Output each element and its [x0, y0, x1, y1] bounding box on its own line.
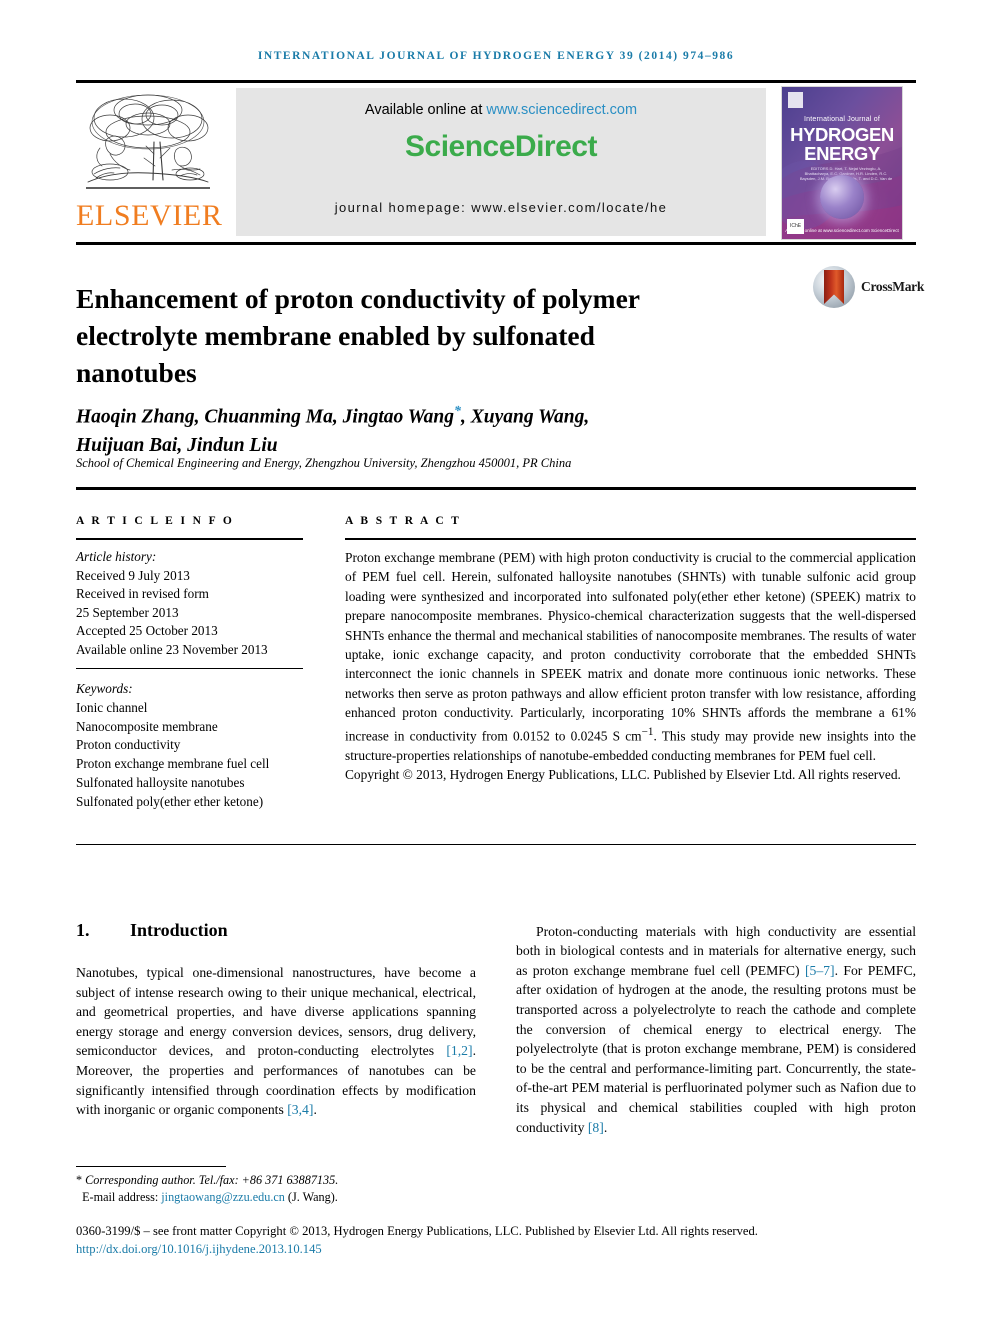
sciencedirect-panel: Available online at www.sciencedirect.co…	[236, 88, 766, 236]
crossmark-book-icon	[824, 270, 844, 304]
article-info-heading: A R T I C L E I N F O	[76, 515, 235, 527]
authors-line-1: Haoqin Zhang, Chuanming Ma, Jingtao Wang	[76, 406, 455, 428]
abstract-copyright: Copyright © 2013, Hydrogen Energy Public…	[345, 766, 901, 782]
keyword-item: Proton exchange membrane fuel cell	[76, 756, 270, 772]
body-column-right: Proton-conducting materials with high co…	[516, 908, 916, 1151]
journal-cover-image: International Journal of HYDROGEN ENERGY…	[781, 86, 903, 240]
keyword-item: Proton conductivity	[76, 737, 181, 753]
available-online-prefix: Available online at	[364, 102, 487, 118]
running-head: International Journal of Hydrogen Energy…	[257, 50, 735, 62]
crossmark-badge[interactable]: CrossMark	[813, 266, 925, 310]
body-column-left: 1. Introduction Nanotubes, typical one-di…	[76, 920, 476, 1133]
keyword-item: Ionic channel	[76, 699, 148, 715]
abstract-heading: A B S T R A C T	[345, 515, 462, 527]
authors-line-1-tail: , Xuyang Wang,	[461, 406, 590, 428]
keyword-item: Sulfonated halloysite nanotubes	[76, 774, 245, 790]
keyword-item: Nanocomposite membrane	[76, 718, 218, 734]
journal-article-page: International Journal of Hydrogen Energy…	[0, 0, 992, 1323]
available-online-line: Available online at www.sciencedirect.co…	[236, 102, 766, 118]
footnote-block: * Corresponding author. Tel./fax: +86 37…	[76, 1172, 506, 1206]
corresponding-author-note: Corresponding author. Tel./fax: +86 371 …	[85, 1173, 339, 1187]
introduction-paragraph-2: Proton-conducting materials with high co…	[516, 922, 916, 1138]
cover-orb-graphic	[820, 175, 864, 219]
article-history-revised-date: 25 September 2013	[76, 604, 179, 620]
email-address-link[interactable]: jingtaowang@zzu.edu.cn	[161, 1190, 285, 1204]
article-history-received: Received 9 July 2013	[76, 567, 190, 583]
article-history-accepted: Accepted 25 October 2013	[76, 623, 218, 639]
journal-homepage-line[interactable]: journal homepage: www.elsevier.com/locat…	[236, 200, 766, 215]
article-info-rule	[76, 538, 303, 540]
masthead: ELSEVIER Available online at www.science…	[76, 80, 916, 245]
corresponding-author-marker[interactable]: *	[454, 404, 461, 419]
keyword-item: Sulfonated poly(ether ether ketone)	[76, 793, 264, 809]
introduction-number: 1.	[76, 920, 90, 940]
citation-8[interactable]: [8]	[588, 1120, 604, 1135]
citation-1-2[interactable]: [1,2]	[446, 1043, 472, 1058]
email-address-label: E-mail address:	[82, 1190, 162, 1204]
footnote-separator-rule	[76, 1166, 226, 1168]
abstract-block-bottom-rule	[76, 844, 916, 846]
sciencedirect-url[interactable]: www.sciencedirect.com	[486, 102, 637, 118]
email-address-owner: (J. Wang).	[284, 1190, 338, 1204]
article-history-revised-form: Received in revised form	[76, 586, 209, 602]
abstract-body: Proton exchange membrane (PEM) with high…	[345, 550, 916, 744]
page-title: Enhancement of proton conductivity of po…	[76, 283, 640, 389]
intro-p1-part-c: .	[313, 1102, 317, 1118]
footnote-star-marker: *	[76, 1173, 83, 1187]
cover-supertitle: International Journal of	[803, 116, 880, 123]
crossmark-label: CrossMark	[861, 279, 925, 294]
footer-doi-link[interactable]: http://dx.doi.org/10.1016/j.ijhydene.201…	[76, 1240, 921, 1258]
abstract-unit-exponent: −1	[641, 725, 654, 738]
keywords-block: Keywords: Ionic channel Nanocomposite me…	[76, 680, 336, 812]
author-affiliation: School of Chemical Engineering and Energ…	[76, 456, 572, 470]
masthead-top-rule	[76, 80, 916, 83]
article-history-available-online: Available online 23 November 2013	[76, 641, 268, 657]
elsevier-tree-icon	[80, 88, 216, 196]
sciencedirect-wordmark: ScienceDirect	[405, 130, 597, 163]
author-list: Haoqin Zhang, Chuanming Ma, Jingtao Wang…	[76, 398, 776, 460]
elsevier-wordmark: ELSEVIER	[76, 199, 223, 232]
cover-title-line1: HYDROGEN	[790, 124, 894, 145]
masthead-bottom-rule	[76, 242, 916, 245]
intro-p2-part-c: .	[603, 1119, 608, 1135]
keywords-label: Keywords:	[76, 681, 133, 696]
citation-3-4[interactable]: [3,4]	[287, 1102, 313, 1117]
cover-footer-text: Available online at www.sciencedirect.co…	[785, 228, 899, 233]
abstract-block-top-rule	[76, 487, 916, 490]
authors-line-2: Huijuan Bai, Jindun Liu	[76, 434, 278, 456]
footer-copyright-block: 0360-3199/$ – see front matter Copyright…	[76, 1222, 921, 1258]
cover-title-line2: ENERGY	[804, 143, 880, 164]
abstract-text: Proton exchange membrane (PEM) with high…	[345, 548, 916, 784]
intro-p1-part-a: Nanotubes, typical one-dimensional nanos…	[76, 965, 476, 1059]
introduction-title: Introduction	[130, 920, 228, 940]
footer-copyright-line: 0360-3199/$ – see front matter Copyright…	[76, 1224, 758, 1238]
crossmark-icon	[813, 266, 855, 308]
article-history-block: Article history: Received 9 July 2013 Re…	[76, 548, 326, 660]
elsevier-logo: ELSEVIER	[76, 88, 222, 236]
introduction-heading: 1. Introduction	[76, 920, 476, 941]
intro-p2-part-b: . For PEMFC, after oxidation of hydrogen…	[516, 962, 916, 1135]
article-history-label: Article history:	[76, 549, 157, 564]
introduction-paragraph-1: Nanotubes, typical one-dimensional nanos…	[76, 963, 476, 1120]
cover-elsevier-mark	[788, 92, 803, 108]
citation-5-7[interactable]: [5–7]	[805, 963, 835, 978]
article-history-bottom-rule	[76, 668, 303, 670]
abstract-rule	[345, 538, 916, 540]
